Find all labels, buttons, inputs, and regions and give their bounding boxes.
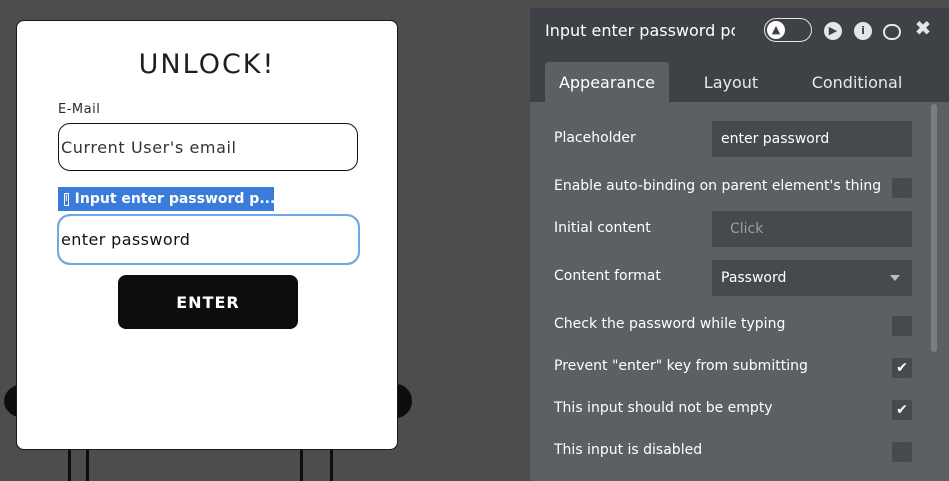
tab-appearance[interactable]: Appearance — [545, 62, 669, 102]
tab-conditional[interactable]: Conditional — [792, 62, 922, 102]
unlock-card: UNLOCK! E-Mail Current User's email I In… — [16, 20, 398, 450]
email-label: E-Mail — [58, 102, 101, 117]
not-empty-label: This input should not be empty — [554, 400, 773, 416]
tab-layout[interactable]: Layout — [678, 62, 784, 102]
input-type-icon: I — [64, 192, 69, 206]
panel-scrollbar[interactable] — [931, 104, 937, 352]
background-leg — [68, 450, 71, 481]
close-icon[interactable]: ✖ — [914, 18, 932, 38]
not-empty-checkbox[interactable]: ✔ — [892, 400, 912, 420]
content-format-value: Password — [721, 270, 787, 286]
flask-toggle[interactable]: ▲ — [764, 18, 812, 42]
tab-bar: Appearance Layout Conditional — [530, 54, 949, 102]
auto-binding-checkbox[interactable] — [892, 178, 912, 198]
placeholder-field[interactable]: enter password — [712, 121, 912, 157]
selected-element-tag[interactable]: I Input enter password p... — [58, 187, 274, 211]
play-icon[interactable]: ▶ — [824, 22, 842, 40]
disabled-label: This input is disabled — [554, 442, 703, 458]
enter-button[interactable]: ENTER — [118, 275, 298, 329]
content-format-label: Content format — [554, 268, 661, 284]
prevent-enter-checkbox[interactable]: ✔ — [892, 358, 912, 378]
info-icon[interactable]: i — [854, 22, 872, 40]
chevron-down-icon — [890, 275, 900, 281]
prevent-enter-label: Prevent "enter" key from submitting — [554, 358, 808, 374]
initial-content-field[interactable]: Click — [712, 211, 912, 247]
placeholder-label: Placeholder — [554, 130, 636, 146]
check-password-checkbox[interactable] — [892, 316, 912, 336]
initial-content-label: Initial content — [554, 220, 651, 236]
content-format-select[interactable]: Password — [712, 260, 912, 296]
property-editor-panel: Input enter password pc ▲ ▶ i ✖ Appearan… — [530, 8, 949, 481]
chat-icon[interactable] — [883, 24, 901, 40]
check-password-label: Check the password while typing — [554, 316, 786, 332]
background-leg — [86, 450, 89, 481]
auto-binding-label: Enable auto-binding on parent element's … — [554, 178, 882, 194]
background-leg — [330, 450, 333, 481]
panel-header: Input enter password pc ▲ ▶ i ✖ — [530, 8, 949, 54]
background-leg — [300, 450, 303, 481]
panel-title[interactable]: Input enter password pc — [545, 21, 735, 40]
disabled-checkbox[interactable] — [892, 442, 912, 462]
flask-toggle-icon: ▲ — [767, 21, 785, 39]
selected-element-label: Input enter password p... — [74, 191, 274, 207]
card-title: UNLOCK! — [138, 49, 276, 80]
password-input[interactable]: enter password — [57, 214, 360, 265]
email-input[interactable]: Current User's email — [58, 123, 358, 171]
